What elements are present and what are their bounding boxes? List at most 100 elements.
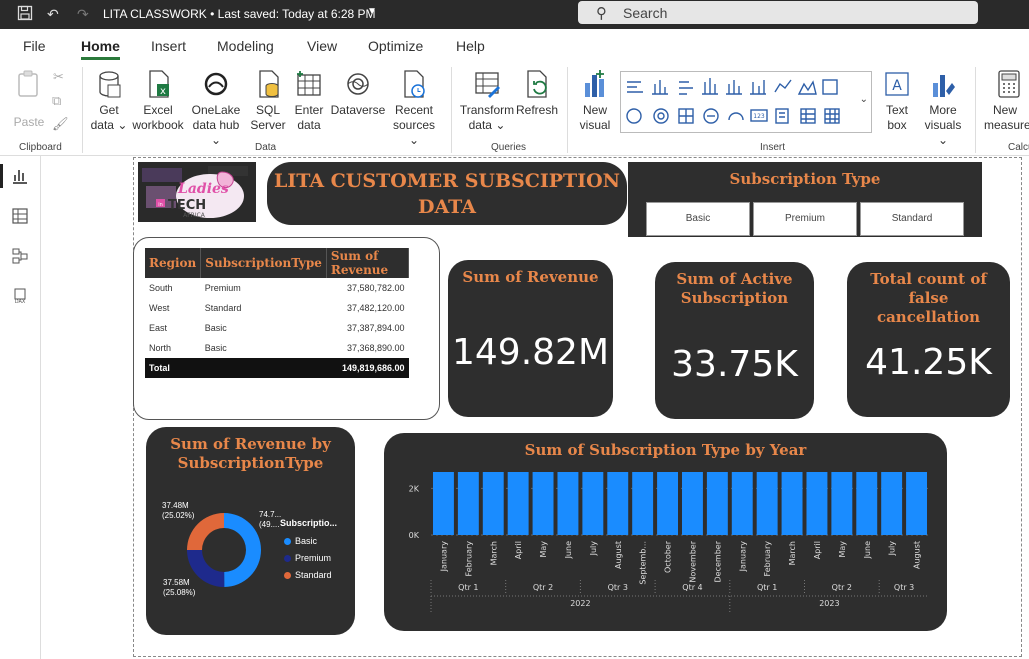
sql-server-button[interactable]: SQL Server [248,69,288,133]
dataverse-button[interactable]: Dataverse [330,69,386,118]
tab-view[interactable]: View [307,38,337,54]
revenue-table-card[interactable]: Region SubscriptionType Sum of Revenue S… [133,237,440,420]
kpi-card-sum-of-revenue[interactable]: Sum of Revenue 149.82M [448,260,613,417]
refresh-icon [527,70,547,98]
excel-icon: x [149,70,169,98]
report-view-icon[interactable] [11,167,29,185]
donut-chart[interactable] [146,427,355,635]
column-bar[interactable] [681,472,703,535]
donut-chart-card[interactable]: Sum of Revenue by SubscriptionType 37.48… [146,427,355,635]
group-label-data: Data [255,142,277,153]
table-header-region[interactable]: Region [145,248,202,278]
column-bar[interactable] [457,472,479,535]
column-bar[interactable] [532,472,554,535]
column-bar[interactable] [731,472,753,535]
column-bar[interactable] [856,472,878,535]
new-visual-button[interactable]: New visual [575,69,615,133]
model-view-icon[interactable] [11,247,29,265]
kpi-card-false-cancellation[interactable]: Total count of false cancellation 41.25K [847,262,1010,417]
table-view-icon[interactable] [11,207,29,225]
column-bar[interactable] [582,472,604,535]
refresh-button[interactable]: Refresh [515,69,559,118]
visual-gallery[interactable]: 123 ⌄ [620,71,872,133]
redo-icon[interactable]: ↷ [77,5,89,23]
column-bar[interactable] [507,472,529,535]
column-bar[interactable] [806,472,828,535]
format-painter-icon[interactable]: 🖌 [52,116,69,131]
year-label: 2022 [570,599,590,608]
svg-text:A: A [892,78,902,94]
legend-item-premium[interactable]: Premium [284,550,332,567]
tab-optimize[interactable]: Optimize [368,38,423,54]
ribbon: Paste ✂ ⧉ 🖌 Clipboard Get data ⌄ x Excel w… [0,61,1029,156]
transform-data-button[interactable]: Transform data ⌄ [459,69,515,133]
tab-file[interactable]: File [23,38,46,54]
column-bar[interactable] [482,472,504,535]
tab-insert[interactable]: Insert [151,38,186,54]
slicer-option-premium[interactable]: Premium [753,202,857,236]
column-bar[interactable] [781,472,803,535]
tab-home[interactable]: Home [81,38,120,60]
svg-text:123: 123 [753,113,765,120]
paste-button[interactable]: Paste [12,69,46,130]
column-chart[interactable]: 2K 0K January February March April May June July… [384,433,947,631]
title-bar: ↶ ↷ LITA CLASSWORK • Last saved: Today a… [0,0,1029,29]
recent-sources-button[interactable]: Recent sources ⌄ [388,69,440,148]
x-tick-label: May [838,541,847,558]
column-bar[interactable] [706,472,728,535]
cut-icon[interactable]: ✂ [53,69,64,84]
legend-item-basic[interactable]: Basic [284,533,332,550]
kpi-title: Sum of Active Subscription [676,270,793,307]
table-header-sum-of-revenue[interactable]: Sum of Revenue [326,248,410,278]
svg-text:in: in [158,202,163,208]
column-bar[interactable] [831,472,853,535]
column-bar[interactable] [881,472,903,535]
onelake-data-hub-button[interactable]: OneLake data hub ⌄ [188,69,244,148]
year-label: 2023 [819,599,839,608]
slicer-title: Subscription Type [729,170,881,188]
slicer-option-basic[interactable]: Basic [646,202,750,236]
x-tick-label: January [738,541,747,573]
subscription-type-slicer[interactable]: Subscription Type Basic Premium Standard [628,162,982,237]
x-tick-label: June [863,541,872,560]
dax-query-view-icon[interactable]: DAX [11,287,29,305]
column-bar[interactable] [557,472,579,535]
donut-legend[interactable]: Basic Premium Standard [284,533,332,584]
enter-data-button[interactable]: Enter data [290,69,328,133]
copy-icon[interactable]: ⧉ [52,93,61,108]
visual-type-icons[interactable]: 123 [621,72,851,134]
column-bar[interactable] [657,472,679,535]
column-bar[interactable] [632,472,654,535]
more-visuals-button[interactable]: More visuals ⌄ [918,69,968,148]
gallery-expand-icon[interactable]: ⌄ [860,94,868,105]
get-data-button[interactable]: Get data ⌄ [88,69,130,133]
excel-workbook-button[interactable]: x Excel workbook [130,69,186,133]
column-chart-card[interactable]: Sum of Subscription Type by Year 2K 0K Jan… [384,433,947,631]
search-box[interactable]: ⚲ Search [578,1,978,24]
paste-icon [18,70,38,97]
calculator-icon [998,70,1020,98]
new-visual-icon [585,70,604,97]
tab-modeling[interactable]: Modeling [217,38,274,54]
donut-slice-basic[interactable] [224,513,261,587]
kpi-value: 41.25K [865,342,992,383]
column-bar[interactable] [432,472,454,535]
revenue-table[interactable]: Region SubscriptionType Sum of Revenue S… [145,248,410,378]
save-icon[interactable] [17,5,33,25]
column-bar[interactable] [607,472,629,535]
kpi-value: 33.75K [671,344,798,385]
group-label-calculations: Calcu [1008,142,1029,153]
column-bar[interactable] [756,472,778,535]
text-box-button[interactable]: A Text box [878,69,916,133]
slicer-option-standard[interactable]: Standard [860,202,964,236]
kpi-card-active-subscription[interactable]: Sum of Active Subscription 33.75K [655,262,814,419]
onelake-icon [204,72,228,96]
x-tick-label: March [788,541,797,565]
legend-item-standard[interactable]: Standard [284,567,332,584]
undo-icon[interactable]: ↶ [47,5,59,23]
tab-help[interactable]: Help [456,38,485,54]
column-bar[interactable] [906,472,928,535]
chevron-down-icon[interactable]: ▼ [367,6,377,17]
table-header-subscription-type[interactable]: SubscriptionType [200,248,327,278]
new-measure-button[interactable]: New measure [984,69,1029,133]
